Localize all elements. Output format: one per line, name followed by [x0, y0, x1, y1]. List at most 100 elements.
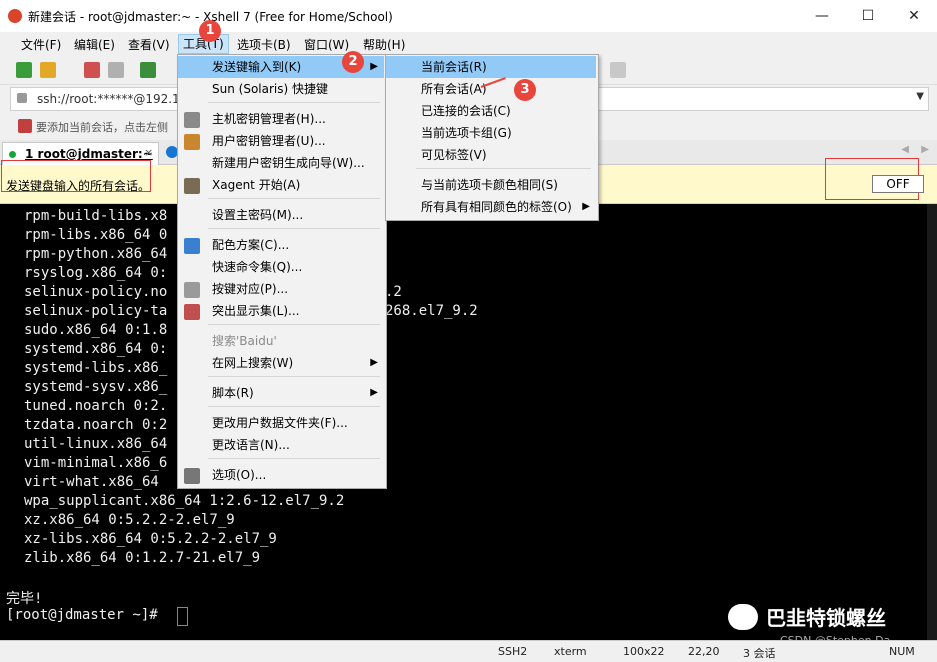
submenu-arrow-icon: ▶: [370, 61, 378, 72]
menu-item-label: 脚本(R): [212, 386, 254, 400]
tools-menu-item[interactable]: 用户密钥管理者(U)...: [178, 130, 384, 152]
tools-menu-item: 搜索'Baidu': [178, 330, 384, 352]
tools-menu-item[interactable]: 在网上搜索(W) ▶: [178, 352, 384, 374]
menu-separator: [208, 324, 380, 325]
reconnect-icon[interactable]: [108, 62, 124, 78]
menu-item-label: 用户密钥管理者(U)...: [212, 134, 326, 148]
step-marker-2: 2: [342, 51, 364, 73]
menu-item-label: 已连接的会话(C): [421, 104, 511, 118]
menu-item-label: 所有会话(A): [421, 82, 487, 96]
send-all-toggle-button[interactable]: OFF: [872, 175, 924, 193]
terminal-line: tzdata.noarch 0:2: [24, 417, 168, 433]
terminal-line: wpa_supplicant.x86_64 1:2.6-12.el7_9.2: [24, 493, 345, 509]
menu-item-label: 更改语言(N)...: [212, 438, 290, 452]
tools-dropdown-menu: 发送键输入到(K) ▶ Sun (Solaris) 快捷键主机密钥管理者(H)...…: [177, 54, 387, 489]
send-submenu-item[interactable]: 当前会话(R): [386, 56, 596, 78]
menu-tab[interactable]: 选项卡(B): [233, 36, 295, 54]
tab-scroll-right-icon[interactable]: ▶: [921, 144, 929, 155]
address-text[interactable]: ssh://root:******@192.16: [37, 92, 187, 106]
status-sessions: 3 会话: [743, 647, 776, 660]
menu-item-label: 所有具有相同颜色的标签(O): [421, 200, 572, 214]
tab-label[interactable]: 1 root@jdmaster:~: [25, 147, 153, 161]
terminal-line: rpm-build-libs.x8: [24, 208, 168, 224]
address-dropdown-icon[interactable]: ▼: [916, 91, 924, 102]
terminal-line: systemd-libs.x86_: [24, 360, 168, 376]
send-input-submenu: 当前会话(R) 所有会话(A) 已连接的会话(C) 当前选项卡组(G) 可见标签(V) 与…: [385, 54, 599, 221]
menu-item-label: 当前会话(R): [421, 60, 487, 74]
terminal-line: selinux-policy.no: [24, 284, 168, 300]
send-submenu-item[interactable]: 所有具有相同颜色的标签(O) ▶: [386, 196, 596, 218]
tools-menu-item[interactable]: 配色方案(C)...: [178, 234, 384, 256]
send-submenu-item[interactable]: 当前选项卡组(G): [386, 122, 596, 144]
menu-edit[interactable]: 编辑(E): [70, 36, 119, 54]
status-size: 100x22: [623, 645, 665, 658]
terminal-line: tuned.noarch 0:2.: [24, 398, 168, 414]
minimize-button[interactable]: —: [799, 0, 845, 32]
tools-menu-item[interactable]: 更改用户数据文件夹(F)...: [178, 412, 384, 434]
menu-item-icon: [184, 112, 200, 128]
tools-menu-item[interactable]: 按键对应(P)...: [178, 278, 384, 300]
menu-item-label: 主机密钥管理者(H)...: [212, 112, 326, 126]
close-window-button[interactable]: ✕: [891, 0, 937, 32]
submenu-arrow-icon: ▶: [370, 387, 378, 398]
lock-icon: [17, 93, 27, 103]
terminal[interactable]: rpm-build-libs.x8 rpm-libs.x86_64 0 rpm-py…: [0, 204, 937, 647]
menu-item-label: 快速命令集(Q)...: [212, 260, 303, 274]
menu-view[interactable]: 查看(V): [124, 36, 174, 54]
menu-separator: [208, 406, 380, 407]
menu-item-label: 发送键输入到(K): [212, 60, 302, 74]
terminal-scrollbar[interactable]: [927, 204, 937, 640]
open-folder-icon[interactable]: [40, 62, 56, 78]
tab-scroll-left-icon[interactable]: ◀: [901, 144, 909, 155]
status-bar: SSH2 xterm 100x22 22,20 3 会话 NUM: [0, 640, 937, 662]
status-protocol: SSH2: [498, 645, 528, 658]
menu-file[interactable]: 文件(F): [17, 36, 65, 54]
menu-item-label: 选项(O)...: [212, 468, 267, 482]
menu-help[interactable]: 帮助(H): [359, 36, 409, 54]
menu-item-label: 更改用户数据文件夹(F)...: [212, 416, 348, 430]
menu-separator: [208, 458, 380, 459]
menu-item-label: 按键对应(P)...: [212, 282, 289, 296]
new-session-icon[interactable]: [16, 62, 32, 78]
tools-menu-item[interactable]: 快速命令集(Q)...: [178, 256, 384, 278]
terminal-prompt: [root@jdmaster ~]#: [6, 607, 158, 623]
tools-menu-item[interactable]: Xagent 开始(A): [178, 174, 384, 196]
send-submenu-item[interactable]: 可见标签(V): [386, 144, 596, 166]
hint-text: 要添加当前会话，点击左侧: [36, 121, 168, 134]
menu-separator: [208, 376, 380, 377]
terminal-done-text: 完毕!: [6, 591, 43, 607]
status-numlock: NUM: [889, 645, 915, 658]
tools-menu-item[interactable]: 设置主密码(M)...: [178, 204, 384, 226]
menu-separator: [416, 168, 591, 169]
send-submenu-item[interactable]: 已连接的会话(C): [386, 100, 596, 122]
terminal-line: selinux-policy-ta: [24, 303, 168, 319]
tools-menu-item[interactable]: Sun (Solaris) 快捷键: [178, 78, 384, 100]
terminal-line: systemd.x86_64 0:: [24, 341, 168, 357]
terminal-line: vim-minimal.x86_6: [24, 455, 168, 471]
maximize-button[interactable]: ☐: [845, 0, 891, 32]
terminal-overflow-text: 268.el7_9.2: [385, 303, 478, 319]
menu-item-label: 配色方案(C)...: [212, 238, 290, 252]
menu-item-icon: [184, 468, 200, 484]
menu-item-label: 设置主密码(M)...: [212, 208, 304, 222]
tools-menu-item[interactable]: 新建用户密钥生成向导(W)...: [178, 152, 384, 174]
chat-icon[interactable]: [610, 62, 626, 78]
menu-item-label: 搜索'Baidu': [212, 334, 277, 348]
menu-window[interactable]: 窗口(W): [300, 36, 353, 54]
connected-status-icon: [9, 151, 16, 158]
menu-item-label: 当前选项卡组(G): [421, 126, 512, 140]
tools-menu-item[interactable]: 突出显示集(L)...: [178, 300, 384, 322]
disconnect-icon[interactable]: [84, 62, 100, 78]
tools-menu-item[interactable]: 脚本(R) ▶: [178, 382, 384, 404]
tools-menu-item[interactable]: 选项(O)...: [178, 464, 384, 486]
menu-bar: 文件(F) 编辑(E) 查看(V) 工具(T) 选项卡(B) 窗口(W) 帮助(…: [0, 32, 937, 56]
bookmark-icon: [18, 119, 32, 133]
send-submenu-item[interactable]: 与当前选项卡颜色相同(S): [386, 174, 596, 196]
terminal-line: sudo.x86_64 0:1.8: [24, 322, 168, 338]
menu-item-label: 可见标签(V): [421, 148, 487, 162]
tools-menu-item[interactable]: 更改语言(N)...: [178, 434, 384, 456]
title-bar: 新建会话 - root@jdmaster:~ - Xshell 7 (Free …: [0, 0, 937, 32]
tools-menu-item[interactable]: 主机密钥管理者(H)...: [178, 108, 384, 130]
tab-close-icon[interactable]: ×: [144, 146, 153, 159]
properties-icon[interactable]: [140, 62, 156, 78]
